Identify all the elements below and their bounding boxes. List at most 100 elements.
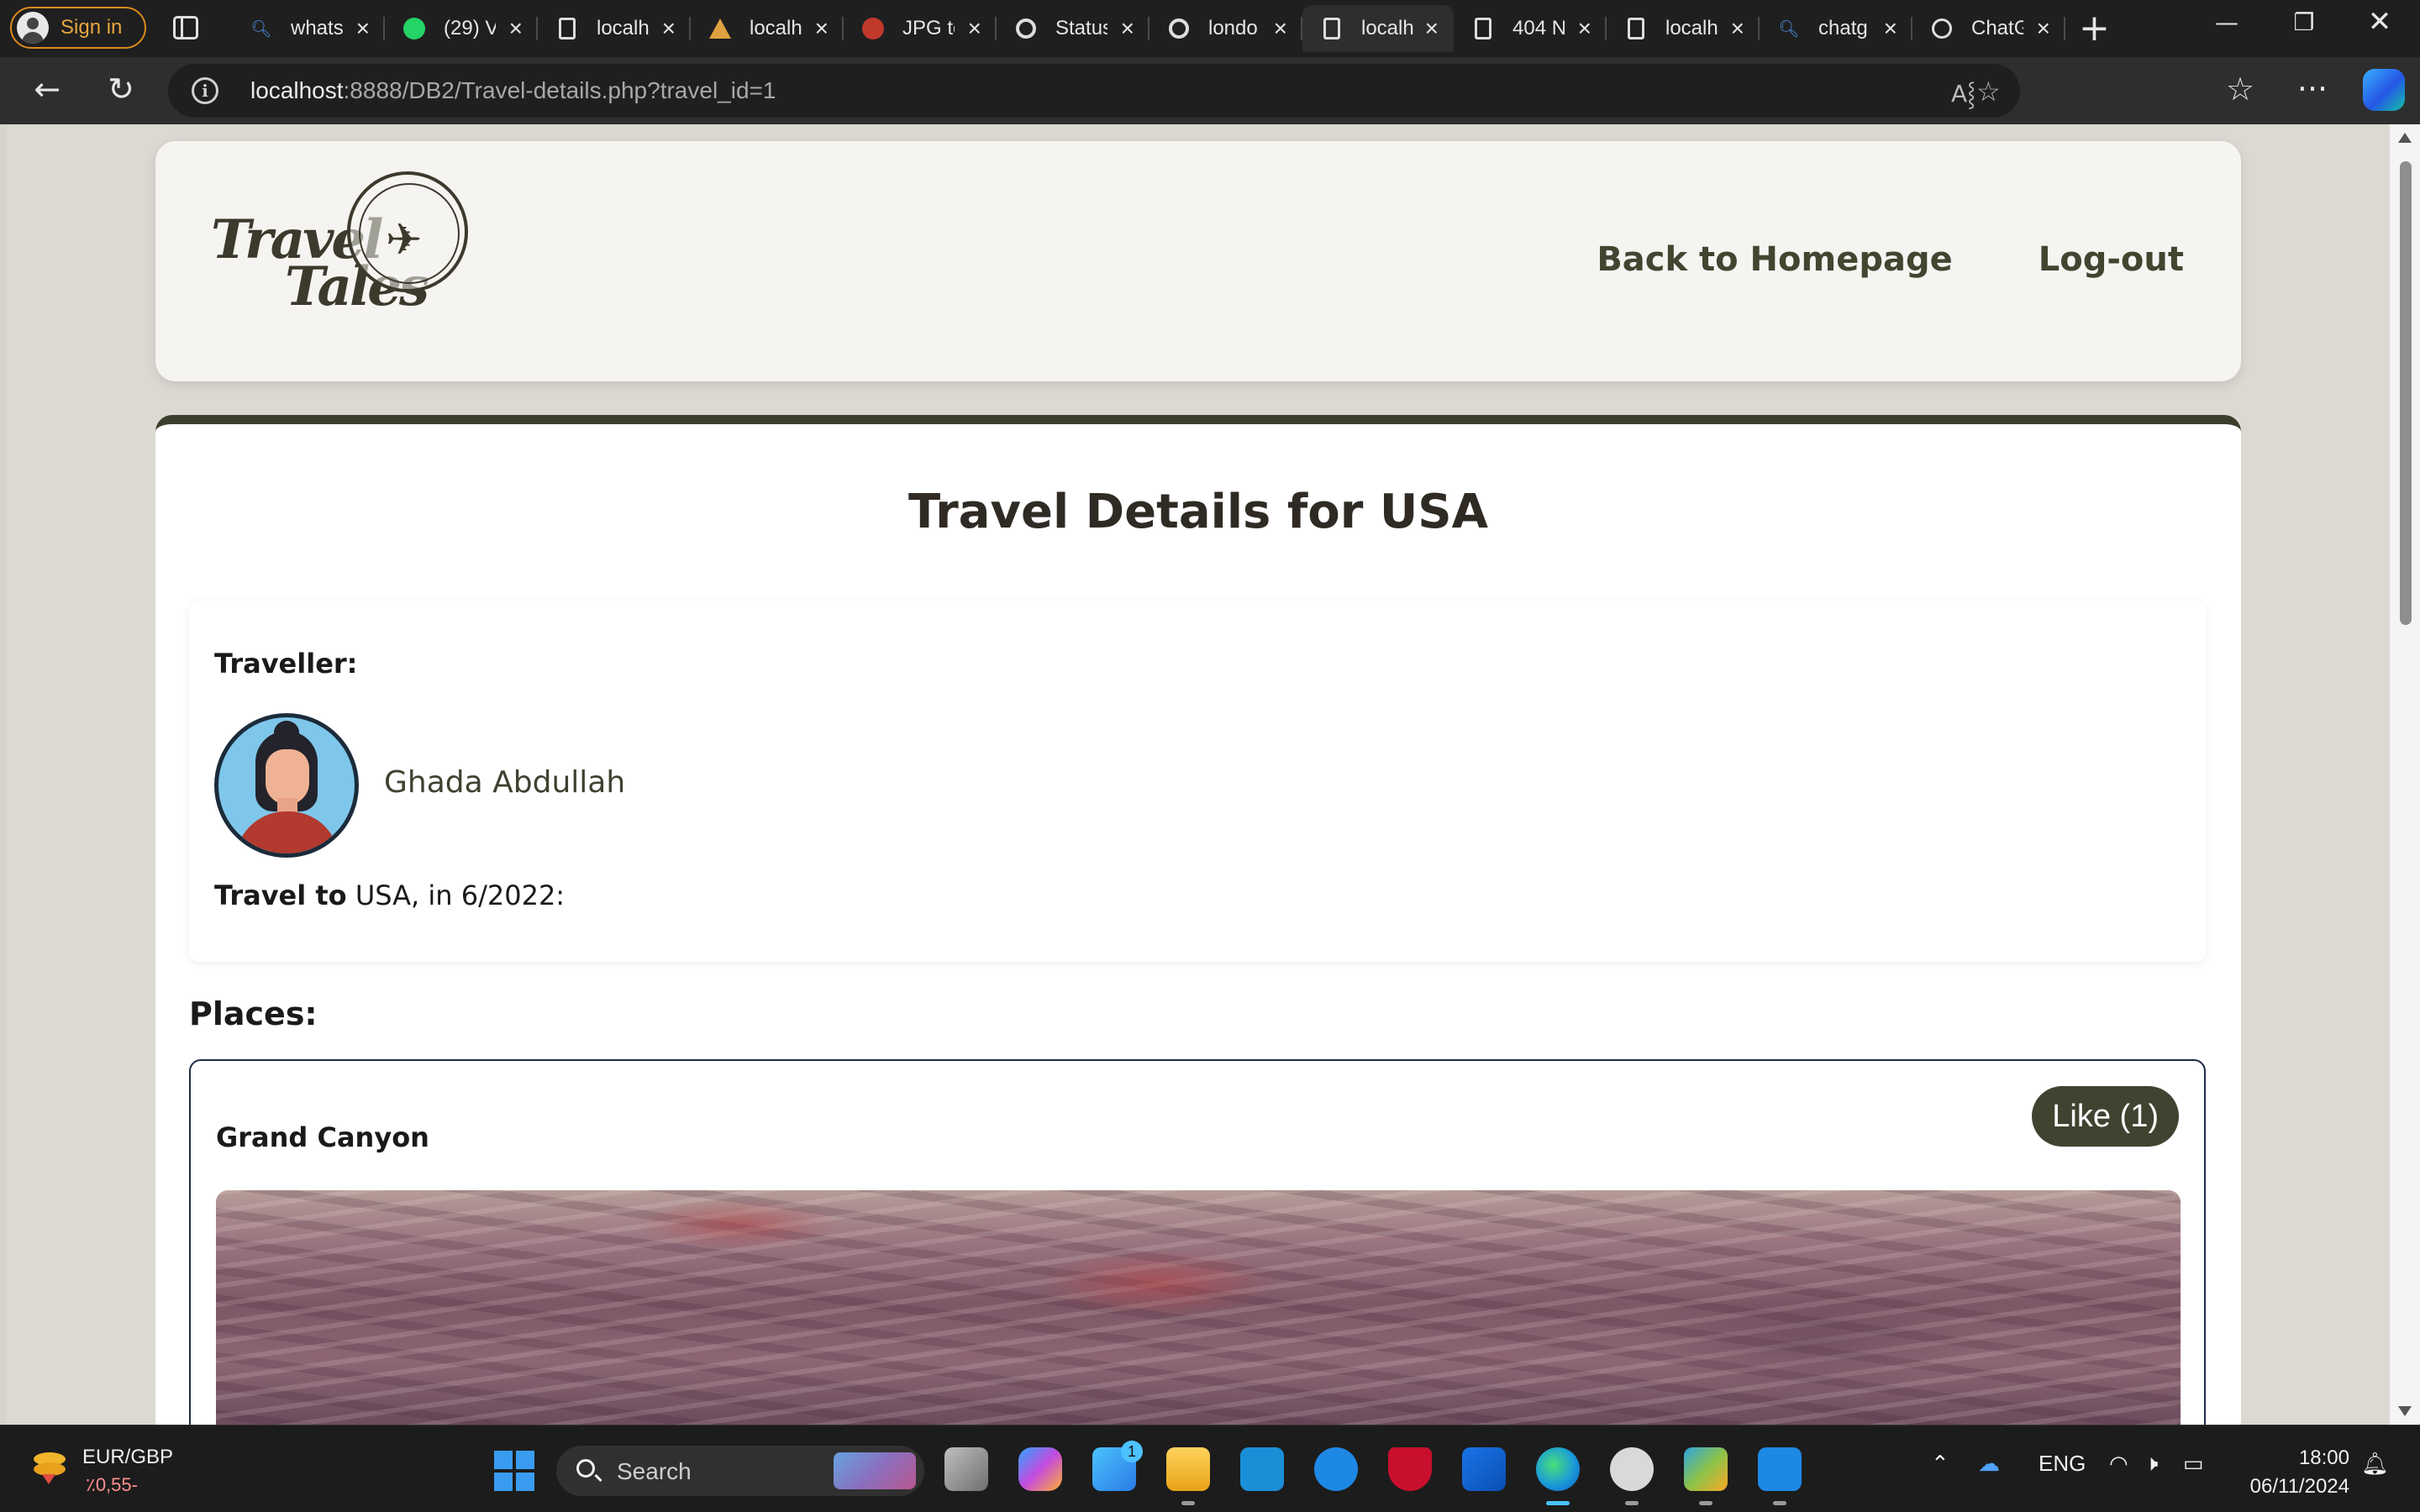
help-icon[interactable] [1314,1447,1358,1491]
mcafee-icon[interactable] [1388,1447,1432,1491]
windows-start-icon[interactable] [494,1451,534,1491]
browser-tab[interactable]: (29) V × [385,5,538,52]
browser-tab[interactable]: localh × [538,5,691,52]
browser-tab[interactable]: 404 N × [1454,5,1607,52]
close-tab-icon[interactable]: × [1731,17,1744,40]
tab-title: whats [291,17,343,39]
clock-date: 06/11/2024 [2249,1475,2349,1498]
copilot-app-icon[interactable] [1018,1447,1062,1491]
back-arrow-icon[interactable]: ← [29,72,66,106]
volume-muted-icon[interactable]: 🕨︎ [2144,1451,2158,1478]
tab-title: localh [750,17,802,39]
edge-browser-icon[interactable] [1536,1447,1580,1505]
page-icon [1321,18,1343,39]
new-tab-plus-icon[interactable]: + [2079,10,2110,47]
browser-tab[interactable]: londo × [1150,5,1302,52]
taskbar-search-placeholder: Search [617,1458,692,1484]
battery-icon[interactable]: ▭ [2183,1451,2204,1477]
travel-tales-logo[interactable]: Travel Tales ✈ [211,171,480,339]
copilot-icon[interactable] [2363,69,2405,111]
traveller-label: Traveller: [214,648,358,680]
minimize-icon[interactable]: — [2210,8,2244,36]
taskbar-search[interactable]: Search [556,1446,924,1496]
browser-tab[interactable]: 🔍︎ whats × [232,5,385,52]
microsoft-store-icon[interactable]: 1 [1092,1441,1143,1491]
search-icon [576,1459,595,1478]
vscode-icon[interactable] [1758,1447,1802,1505]
clock-time: 18:00 [2298,1446,2349,1469]
workbench-icon[interactable] [1684,1447,1728,1505]
close-tab-icon[interactable]: × [509,17,523,40]
favorite-star-icon[interactable]: ☆ [1976,76,2001,108]
scroll-down-arrow-icon[interactable] [2398,1406,2412,1416]
mamp-app-icon[interactable] [1610,1447,1654,1505]
currency-widget-icon[interactable] [29,1449,69,1486]
close-tab-icon[interactable]: × [1578,17,1591,40]
close-tab-icon[interactable]: × [1121,17,1134,40]
url-text[interactable]: localhost:8888/DB2/Travel-details.php?tr… [250,77,776,104]
browser-toolbar: ← ↻ i localhost:8888/DB2/Travel-details.… [0,57,2420,124]
close-tab-icon[interactable]: × [356,17,370,40]
show-hidden-icons-chevron-icon[interactable]: ⌃ [1931,1451,1949,1477]
travel-summary: Travel to USA, in 6/2022: [214,879,565,911]
site-nav: Back to Homepage Log-out [1597,240,2184,279]
like-button[interactable]: Like (1) [2032,1086,2179,1147]
back-to-homepage-link[interactable]: Back to Homepage [1597,240,1952,279]
google-icon [1168,18,1190,39]
browser-tab[interactable]: localh × [1607,5,1760,52]
scroll-up-arrow-icon[interactable] [2398,133,2412,143]
store-badge: 1 [1121,1441,1143,1462]
close-tab-icon[interactable]: × [1274,17,1287,40]
close-tab-icon[interactable]: × [662,17,676,40]
site-header: Travel Tales ✈ Back to Homepage Log-out [155,141,2241,381]
refresh-icon[interactable]: ↻ [103,72,139,106]
scrollbar-thumb[interactable] [2400,161,2412,625]
browser-tab[interactable]: localh × [691,5,844,52]
tab-actions-icon[interactable] [173,16,198,39]
wifi-icon[interactable]: ◠ [2109,1451,2128,1477]
traveller-name: Ghada Abdullah [384,765,626,800]
notification-bell-icon[interactable]: 🔔︎ [2361,1451,2389,1477]
close-tab-icon[interactable]: × [2037,17,2050,40]
more-menu-icon[interactable]: ··· [2294,72,2331,106]
page-scrollbar[interactable] [2390,124,2420,1425]
widget-currency-change[interactable]: ٪0,55- [86,1474,138,1496]
profile-signin-button[interactable]: Sign in [10,7,146,49]
close-tab-icon[interactable]: × [1884,17,1897,40]
close-tab-icon[interactable]: × [1425,17,1439,40]
google-icon [1015,18,1037,39]
site-info-icon[interactable]: i [192,77,218,104]
restore-icon[interactable]: ❐ [2287,8,2321,36]
close-tab-icon[interactable]: × [968,17,981,40]
tab-title: localh [1361,17,1413,39]
browser-tab[interactable]: 🔍︎ chatg × [1760,5,1912,52]
onedrive-icon[interactable]: ☁ [1978,1451,2000,1477]
signin-label: Sign in [60,16,123,39]
browser-tab[interactable]: JPG to × [844,5,997,52]
browser-tab-active[interactable]: localh × [1302,5,1454,52]
search-highlight-icon [834,1452,916,1489]
address-bar[interactable]: i localhost:8888/DB2/Travel-details.php?… [168,64,2020,118]
close-window-icon[interactable]: ✕ [2363,5,2396,39]
chatgpt-icon [1931,18,1953,39]
page-viewport: Travel Tales ✈ Back to Homepage Log-out … [7,124,2390,1425]
browser-tab[interactable]: ChatG × [1912,5,2065,52]
outlook-icon[interactable] [1462,1447,1506,1491]
page-icon [1472,18,1494,39]
url-host: localhost [250,77,344,103]
read-aloud-icon[interactable]: A⸾ [1951,77,1975,109]
favorites-icon[interactable]: ☆ [2222,72,2259,106]
system-clock[interactable]: 18:00 06/11/2024 [2250,1444,2349,1501]
browser-tab[interactable]: Status × [997,5,1150,52]
widget-currency-pair[interactable]: EUR/GBP [82,1446,173,1469]
input-language[interactable]: ENG [2039,1451,2086,1477]
airplane-icon: ✈ [386,215,423,265]
converter-icon [862,18,884,39]
search-icon: 🔍︎ [1778,19,1800,39]
file-explorer-icon[interactable] [1166,1447,1210,1505]
travel-details-card: Travel Details for USA Traveller: Ghada … [155,415,2241,1425]
logout-link[interactable]: Log-out [2039,240,2184,279]
close-tab-icon[interactable]: × [815,17,829,40]
myhp-icon[interactable] [1240,1447,1284,1491]
task-view-icon[interactable] [944,1447,988,1491]
